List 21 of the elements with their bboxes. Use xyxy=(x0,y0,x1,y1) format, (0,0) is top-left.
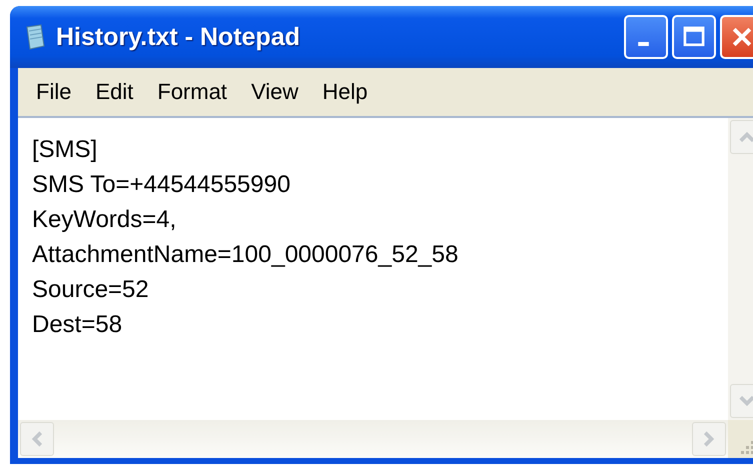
scroll-right-button[interactable] xyxy=(692,422,726,456)
text-line: [SMS] xyxy=(32,135,98,165)
text-line: AttachmentName=100_0000076_52_58 xyxy=(32,240,460,270)
menu-item[interactable]: File xyxy=(24,79,84,105)
menu-item[interactable]: View xyxy=(239,79,310,105)
text-line: Dest=58 xyxy=(32,310,124,340)
horizontal-scrollbar[interactable] xyxy=(18,420,728,458)
notepad-icon xyxy=(24,24,46,50)
text-line: SMS To=+44544555990 xyxy=(32,170,292,200)
text-line: KeyWords=4, xyxy=(32,205,178,235)
resize-grip-icon[interactable] xyxy=(740,440,753,454)
maximize-button[interactable] xyxy=(672,15,716,59)
menu-item[interactable]: Help xyxy=(310,79,380,105)
window-title: History.txt - Notepad xyxy=(56,22,300,52)
text-line: Source=52 xyxy=(32,275,150,305)
minimize-icon xyxy=(638,42,648,46)
menu-item[interactable]: Format xyxy=(145,79,240,105)
menu-item[interactable]: Edit xyxy=(83,79,146,105)
scroll-left-button[interactable] xyxy=(20,422,54,456)
close-button[interactable] xyxy=(720,15,753,59)
minimize-button[interactable] xyxy=(624,15,668,59)
